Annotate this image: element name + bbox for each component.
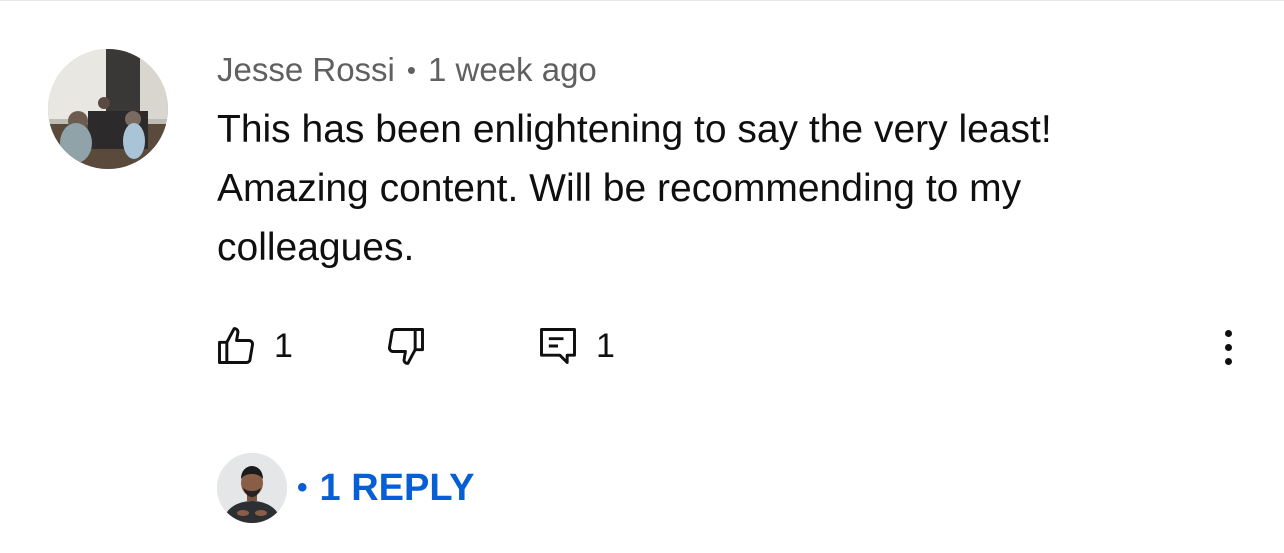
comment-meta: Jesse Rossi • 1 week ago	[217, 50, 597, 90]
reply-button[interactable]: 1	[536, 321, 615, 371]
comment-timestamp[interactable]: 1 week ago	[428, 51, 597, 89]
more-vertical-icon-dot	[1224, 357, 1232, 365]
reply-count: 1	[596, 326, 615, 365]
replies-separator: •	[297, 471, 308, 504]
more-vertical-icon-dot	[1224, 329, 1232, 337]
author-name[interactable]: Jesse Rossi	[217, 51, 395, 89]
more-options-button[interactable]	[1213, 322, 1243, 372]
more-vertical-icon-dot	[1224, 343, 1232, 351]
reply-author-avatar	[217, 453, 287, 523]
replies-count-label: 1 REPLY	[319, 466, 475, 509]
author-avatar-photo	[48, 49, 168, 169]
dislike-button[interactable]	[384, 321, 428, 371]
view-replies-label: • 1 REPLY	[297, 467, 474, 510]
top-divider	[0, 0, 1284, 1]
author-avatar[interactable]	[48, 49, 168, 169]
view-replies-button[interactable]: • 1 REPLY	[217, 452, 474, 524]
meta-separator: •	[406, 54, 416, 85]
comment-reply-icon	[540, 328, 576, 364]
thumbs-up-icon	[218, 327, 254, 364]
reply-avatar-photo	[217, 453, 287, 523]
comment-text: This has been enlightening to say the ve…	[217, 108, 1052, 269]
like-button[interactable]: 1	[214, 321, 293, 371]
thumbs-down-icon	[388, 328, 424, 365]
like-count: 1	[274, 326, 293, 365]
